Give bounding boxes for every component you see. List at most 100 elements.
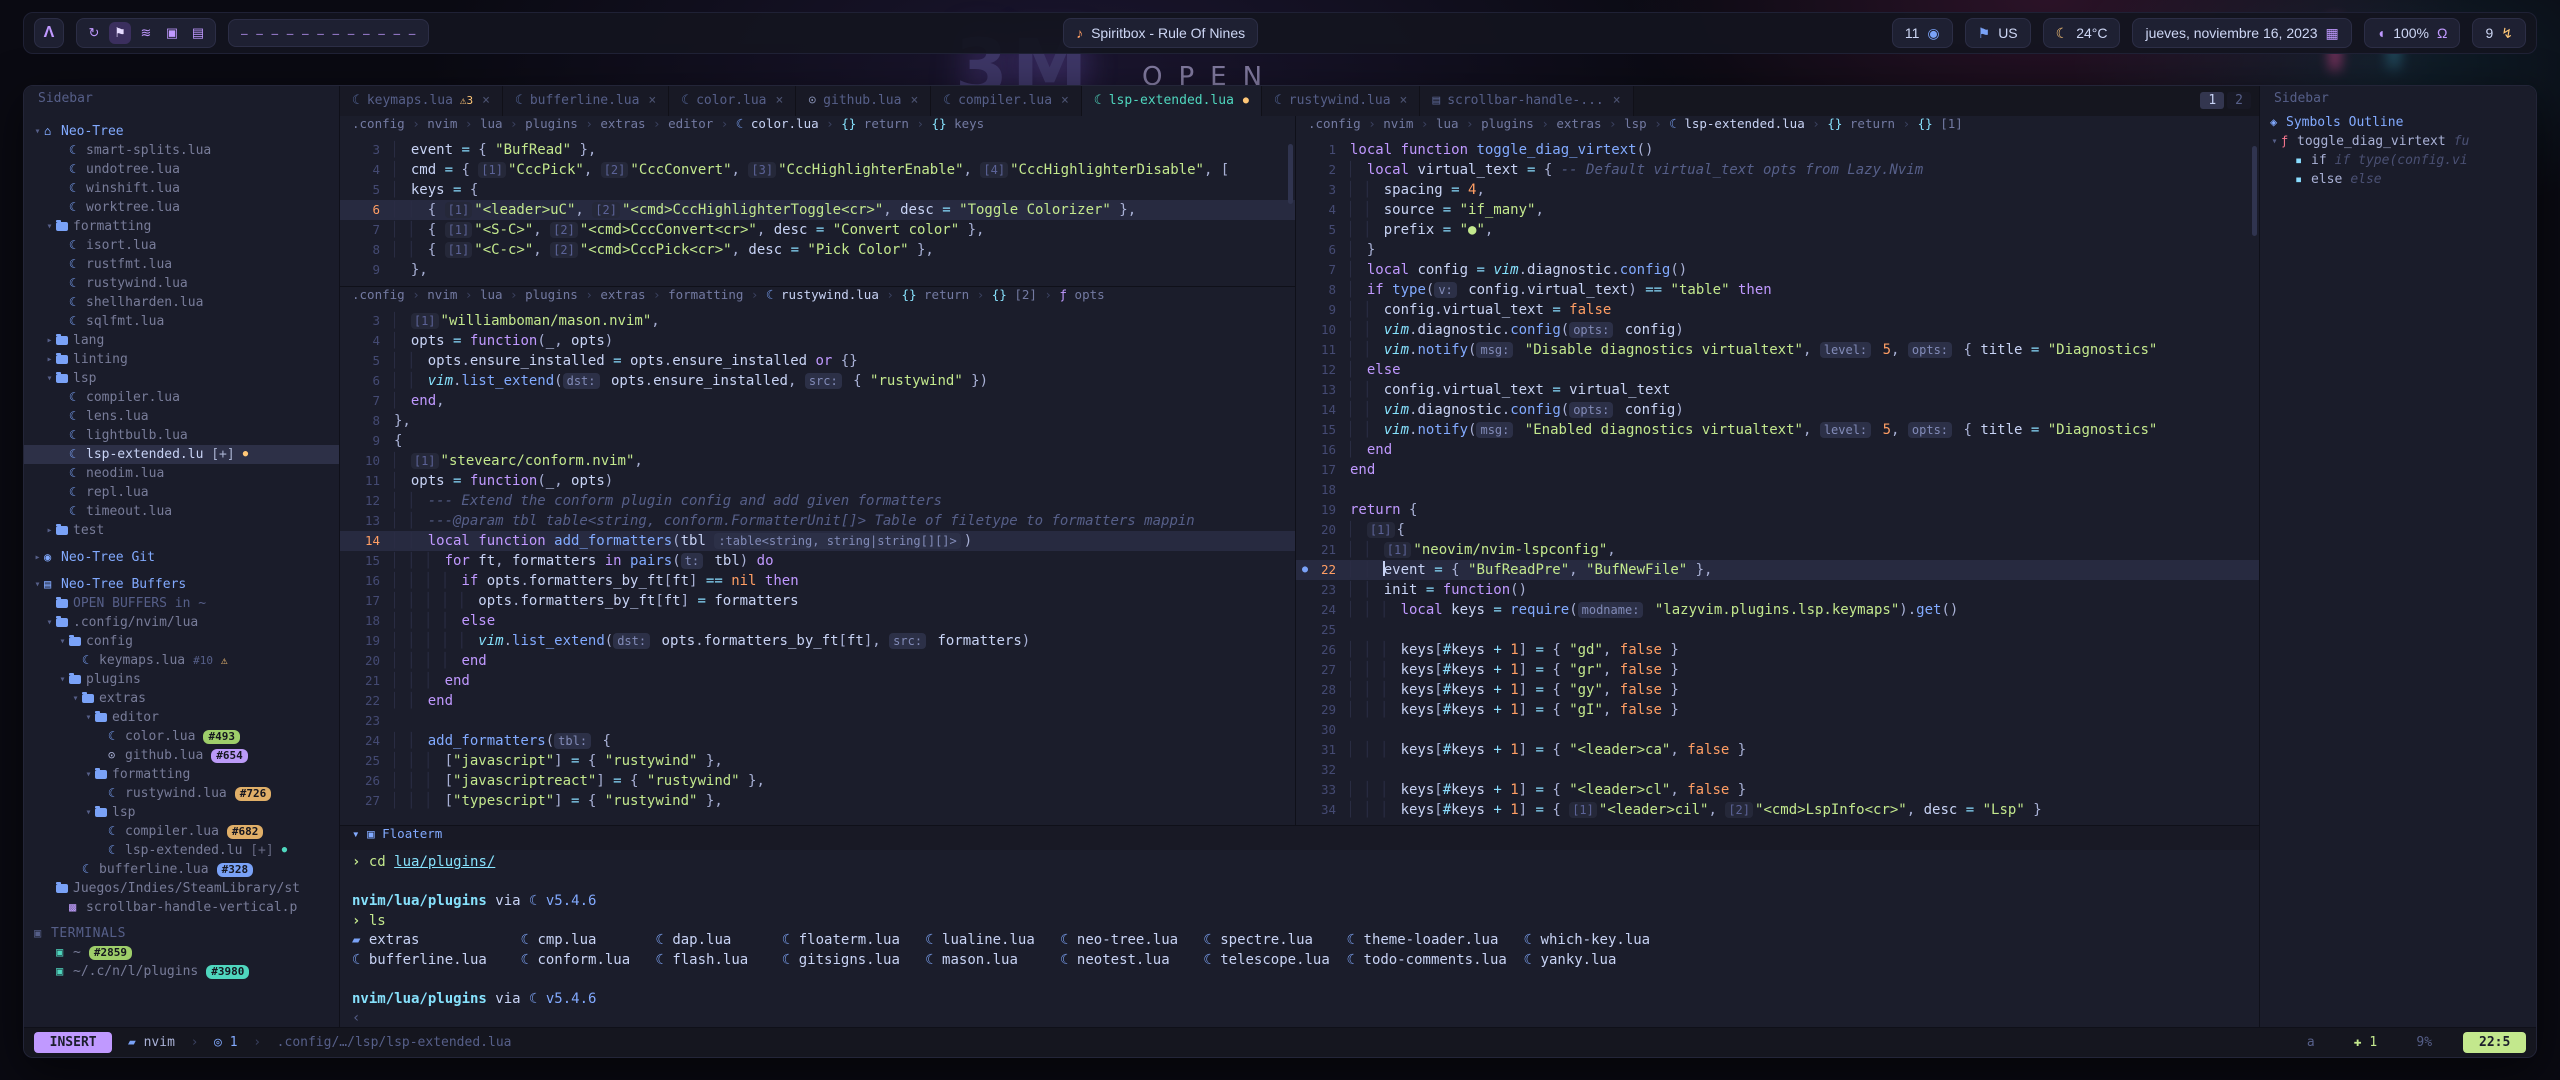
code-line[interactable]: 10▏ ▏ vim.diagnostic.config(opts: config… — [1296, 320, 2259, 340]
code-line[interactable]: 15▏ ▏ ▏ for ft, formatters in pairs(t: t… — [340, 551, 1295, 571]
editor-pane-rustywind-lua[interactable]: .config › nvim › lua › plugins › extras … — [340, 287, 1295, 825]
tree-item[interactable]: ☾shellharden.lua — [24, 293, 339, 312]
editor-tab[interactable]: ☾color.lua× — [669, 86, 796, 116]
code-line[interactable]: 30 — [1296, 720, 2259, 740]
volume-widget[interactable]: ◖ 100% Ω — [2364, 18, 2461, 48]
code-line[interactable]: 7▏ local config = vim.diagnostic.config(… — [1296, 260, 2259, 280]
scrollbar[interactable] — [2252, 146, 2257, 236]
code-line[interactable]: 10▏ [1]"stevearc/conform.nvim", — [340, 451, 1295, 471]
code-line[interactable]: 13▏ ▏ config.virtual_text = virtual_text — [1296, 380, 2259, 400]
code-line[interactable]: 17▏ ▏ ▏ ▏ ▏ opts.formatters_by_ft[ft] = … — [340, 591, 1295, 611]
tree-item[interactable]: ☾smart-splits.lua — [24, 141, 339, 160]
tree-item[interactable]: ☾isort.lua — [24, 236, 339, 255]
code-line[interactable]: 27▏ ▏ ▏ ["typescript"] = { "rustywind" }… — [340, 791, 1295, 811]
expander-icon[interactable]: ▾ — [43, 613, 56, 632]
tab-close-icon[interactable]: × — [1613, 93, 1621, 108]
code-area[interactable]: 1local function toggle_diag_virtext()2▏ … — [1296, 140, 2259, 820]
tabpage-number[interactable]: 1 — [2200, 92, 2224, 109]
tree-item[interactable]: ▾config — [24, 632, 339, 651]
code-line[interactable]: 9▏ ▏ config.virtual_text = false — [1296, 300, 2259, 320]
code-line[interactable]: 17end — [1296, 460, 2259, 480]
code-line[interactable]: 24▏ ▏ ▏ local keys = require(modname: "l… — [1296, 600, 2259, 620]
tree-item[interactable]: ▾plugins — [24, 670, 339, 689]
workspace-tag[interactable]: ▣ — [161, 22, 183, 44]
code-line[interactable]: 1local function toggle_diag_virtext() — [1296, 140, 2259, 160]
tree-item[interactable]: ▾extras — [24, 689, 339, 708]
code-line[interactable]: 29▏ ▏ ▏ keys[#keys + 1] = { "gI", false … — [1296, 700, 2259, 720]
tab-close-icon[interactable]: × — [482, 93, 490, 108]
code-line[interactable]: 24▏ ▏ add_formatters(tbl: { — [340, 731, 1295, 751]
code-line[interactable]: 5▏ ▏ prefix = "●", — [1296, 220, 2259, 240]
tabpage-number[interactable]: 2 — [2227, 92, 2251, 109]
code-line[interactable]: 28▏ ▏ ▏ keys[#keys + 1] = { "gy", false … — [1296, 680, 2259, 700]
code-line[interactable]: 14▏ ▏ vim.diagnostic.config(opts: config… — [1296, 400, 2259, 420]
code-line[interactable]: 9{ — [340, 431, 1295, 451]
code-line[interactable]: 7▏ ▏ { [1]"<S-C>", [2]"<cmd>CccConvert<c… — [340, 220, 1295, 240]
outline-item[interactable]: ▾ƒtoggle_diag_virtextfu — [2260, 132, 2536, 151]
editor-tab[interactable]: ☾lsp-extended.lua● — [1082, 86, 1262, 116]
code-line[interactable]: 13▏ ▏ ---@param tbl table<string, confor… — [340, 511, 1295, 531]
code-line[interactable]: 25 — [1296, 620, 2259, 640]
audio-visualizer[interactable]: – – – – – – – – – – – – — [228, 19, 429, 47]
tree-item[interactable]: ▸test — [24, 521, 339, 540]
code-line[interactable]: 23▏ ▏ init = function() — [1296, 580, 2259, 600]
tab-close-icon[interactable]: × — [910, 93, 918, 108]
tree-item[interactable]: ☾compiler.lua#682 — [24, 822, 339, 841]
code-line[interactable]: 26▏ ▏ ▏ ["javascriptreact"] = { "rustywi… — [340, 771, 1295, 791]
code-line[interactable]: 20▏ ▏ ▏ ▏ end — [340, 651, 1295, 671]
code-line[interactable]: 22▏ ▏ end — [340, 691, 1295, 711]
code-line[interactable]: 19return { — [1296, 500, 2259, 520]
tree-item[interactable]: ☾neodim.lua — [24, 464, 339, 483]
expander-icon[interactable]: ▾ — [43, 217, 56, 236]
editor-tab[interactable]: ☾rustywind.lua× — [1262, 86, 1420, 116]
tree-item[interactable]: ☾rustfmt.lua — [24, 255, 339, 274]
tree-item[interactable]: ☾keymaps.lua#10⚠ — [24, 651, 339, 670]
code-line[interactable]: 8▏ ▏ { [1]"<C-c>", [2]"<cmd>CccPick<cr>"… — [340, 240, 1295, 260]
code-line[interactable]: 16▏ ▏ ▏ ▏ if opts.formatters_by_ft[ft] =… — [340, 571, 1295, 591]
tree-item[interactable]: ☾lens.lua — [24, 407, 339, 426]
tree-item[interactable]: ▾lsp — [24, 803, 339, 822]
date-widget[interactable]: jueves, noviembre 16, 2023 ▦ — [2132, 18, 2351, 48]
tree-item[interactable]: ▣~/.c/n/l/plugins#3980 — [24, 962, 339, 981]
tab-close-icon[interactable]: × — [1061, 93, 1069, 108]
tree-item[interactable]: ☾repl.lua — [24, 483, 339, 502]
expander-icon[interactable]: ▾ — [82, 708, 95, 727]
tree-item[interactable]: ☾lsp-extended.lu [+]● — [24, 841, 339, 860]
code-line[interactable]: 3▏ event = { "BufRead" }, — [340, 140, 1295, 160]
editor-pane-color-lua[interactable]: .config › nvim › lua › plugins › extras … — [340, 116, 1295, 286]
expander-icon[interactable]: ▾ — [56, 632, 69, 651]
expander-icon[interactable]: ▸ — [43, 521, 56, 540]
code-line[interactable]: 12▏ else — [1296, 360, 2259, 380]
editor-tab[interactable]: ⊙github.lua× — [796, 86, 931, 116]
code-line[interactable]: 9 }, — [340, 260, 1295, 280]
tree-item[interactable]: ▩scrollbar-handle-vertical.p — [24, 898, 339, 917]
workspace-tag[interactable]: ↻ — [83, 22, 105, 44]
code-line[interactable]: 20▏ [1]{ — [1296, 520, 2259, 540]
tree-section-header[interactable]: ▾▤Neo-Tree Buffers — [24, 574, 339, 594]
keyboard-layout-widget[interactable]: ⚑ US — [1965, 18, 2031, 48]
tree-item[interactable]: ▾formatting — [24, 217, 339, 236]
tree-item[interactable]: ☾undotree.lua — [24, 160, 339, 179]
code-line[interactable]: ●22▏ ▏ event = { "BufReadPre", "BufNewFi… — [1296, 560, 2259, 580]
expander-icon[interactable]: ▾ — [56, 670, 69, 689]
terminal-output[interactable]: › cd lua/plugins/ nvim/lua/plugins via ☾… — [340, 850, 2259, 1027]
code-area[interactable]: 3▏ event = { "BufRead" },4▏ cmd = { [1]"… — [340, 140, 1295, 280]
code-line[interactable]: 12▏ ▏ --- Extend the conform plugin conf… — [340, 491, 1295, 511]
editor-tab[interactable]: ☾compiler.lua× — [931, 86, 1082, 116]
expander-icon[interactable]: ▾ — [69, 689, 82, 708]
tree-section-header[interactable]: ▾⌂Neo-Tree — [24, 121, 339, 141]
launcher-button[interactable]: Λ — [34, 18, 64, 48]
code-line[interactable]: 34▏ ▏ ▏ keys[#keys + 1] = { [1]"<leader>… — [1296, 800, 2259, 820]
code-line[interactable]: 2▏ local virtual_text = { -- Default vir… — [1296, 160, 2259, 180]
weather-widget[interactable]: ☾ 24°C — [2043, 18, 2121, 48]
code-line[interactable]: 16▏ end — [1296, 440, 2259, 460]
battery-widget[interactable]: 9 ↯ — [2472, 18, 2526, 48]
code-line[interactable]: 11▏ ▏ vim.notify(msg: "Disable diagnosti… — [1296, 340, 2259, 360]
terminal-winbar[interactable]: ▾ ▣ Floaterm — [340, 826, 2259, 850]
tree-item[interactable]: ☾rustywind.lua — [24, 274, 339, 293]
tree-item[interactable]: ☾sqlfmt.lua — [24, 312, 339, 331]
tree-item[interactable]: ☾timeout.lua — [24, 502, 339, 521]
code-line[interactable]: 32 — [1296, 760, 2259, 780]
code-line[interactable]: 8}, — [340, 411, 1295, 431]
tree-item[interactable]: ▾lsp — [24, 369, 339, 388]
